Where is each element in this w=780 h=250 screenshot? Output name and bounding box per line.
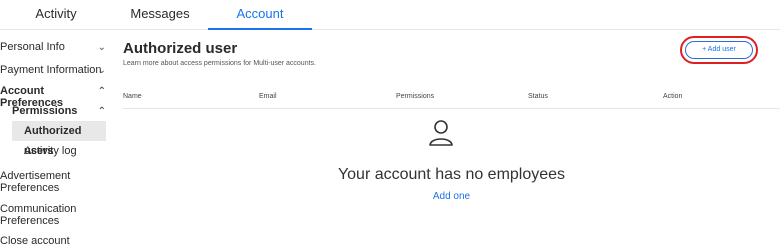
sidebar-item-personal-info[interactable]: Personal Info ⌄ [0,41,108,53]
page-subtitle: Learn more about access permissions for … [123,60,316,67]
sidebar-item-permissions[interactable]: Permissions ⌃ [12,105,108,117]
add-one-link[interactable]: Add one [123,191,780,202]
tab-activity[interactable]: Activity [0,0,112,29]
tab-account-label: Account [236,6,284,21]
column-header-action: Action [663,93,683,100]
sidebar-item-label: Activity log [24,145,77,157]
sidebar-item-payment-information[interactable]: Payment Information ⌄ [0,64,108,76]
chevron-down-icon: ⌄ [97,42,106,53]
sidebar-item-communication-preferences[interactable]: Communication Preferences [0,203,80,227]
column-header-name: Name [123,93,142,100]
sidebar-item-label: Permissions [12,105,78,117]
sidebar-item-activity-log[interactable]: Activity log [12,145,106,157]
column-header-permissions: Permissions [396,93,435,100]
active-tab-underline [208,28,312,30]
column-header-status: Status [528,93,548,100]
sidebar-item-authorized-users[interactable]: Authorized users [12,121,106,157]
tab-account[interactable]: Account [208,0,312,30]
sidebar-item-label: Personal Info [0,41,65,53]
user-icon [429,120,453,146]
page-title: Authorized user [123,40,238,57]
add-user-button[interactable]: + Add user [685,41,753,59]
sidebar-item-close-account[interactable]: Close account [0,235,108,247]
top-tabs: Activity Messages Account [0,0,780,30]
add-user-highlight: + Add user [680,36,758,64]
chevron-up-icon: ⌃ [97,86,106,97]
sidebar-item-label: Communication Preferences [0,203,77,227]
sidebar-item-label: Payment Information [0,64,102,76]
sidebar-item-label: Close account [0,235,70,247]
chevron-down-icon: ⌄ [97,65,106,76]
table-header: Name Email Permissions Status Action [123,88,780,109]
empty-state-title: Your account has no employees [337,166,566,183]
chevron-up-icon: ⌃ [97,106,106,117]
column-header-email: Email [259,93,277,100]
tab-messages[interactable]: Messages [112,0,208,29]
sidebar-item-advertisement-preferences[interactable]: Advertisement Preferences [0,170,80,194]
sidebar-item-label: Advertisement Preferences [0,170,71,194]
